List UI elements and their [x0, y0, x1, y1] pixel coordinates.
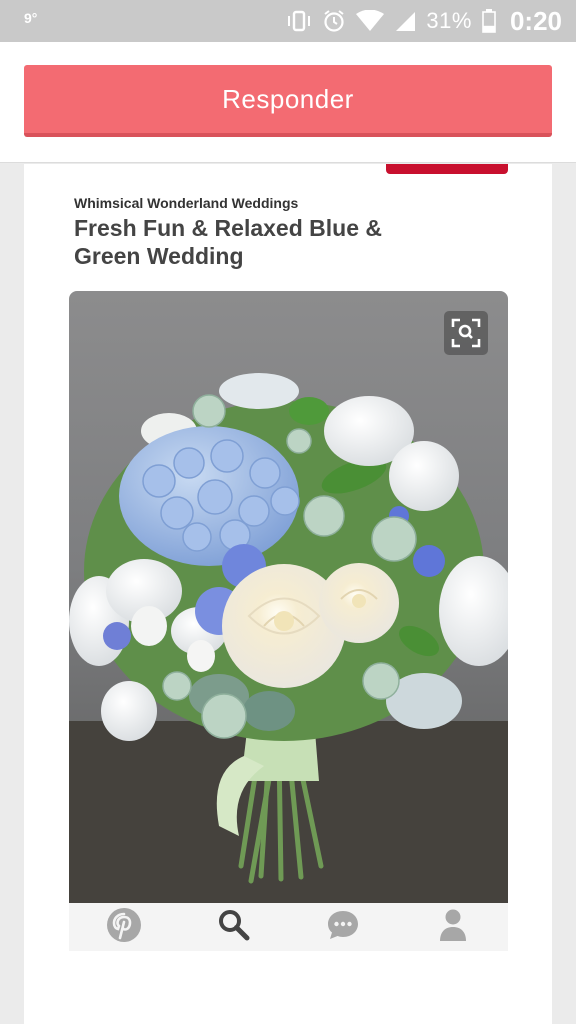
vibrate-icon: [286, 10, 312, 32]
header-bar: Responder: [0, 42, 576, 163]
nav-home[interactable]: [94, 903, 154, 951]
battery-icon: [482, 9, 496, 33]
nav-messages[interactable]: [313, 903, 373, 951]
save-button[interactable]: [386, 164, 508, 174]
bouquet-photo[interactable]: [69, 291, 508, 903]
bottom-navigation: [69, 903, 508, 951]
clock: 0:20: [509, 5, 562, 36]
pin-title[interactable]: Fresh Fun & Relaxed Blue & Green Wedding: [74, 214, 454, 270]
search-icon: [217, 908, 251, 947]
pin-card: Whimsical Wonderland Weddings Fresh Fun …: [24, 164, 552, 1024]
alarm-icon: [322, 9, 346, 33]
reply-button[interactable]: Responder: [24, 65, 552, 137]
chat-icon: [326, 909, 360, 946]
zoom-icon: [451, 318, 481, 348]
battery-percent: 31%: [426, 8, 472, 33]
profile-icon: [438, 908, 468, 947]
signal-icon: [394, 10, 416, 32]
wifi-icon: [356, 10, 385, 32]
zoom-button[interactable]: [444, 311, 488, 355]
status-icons: 31% 0:20: [286, 6, 562, 36]
temperature-indicator: 9°: [24, 10, 38, 26]
pin-source[interactable]: Whimsical Wonderland Weddings: [74, 195, 298, 211]
nav-search[interactable]: [204, 903, 264, 951]
nav-profile[interactable]: [423, 903, 483, 951]
status-bar: 9° 31% 0:20: [0, 0, 576, 42]
pinterest-icon: [106, 907, 142, 948]
